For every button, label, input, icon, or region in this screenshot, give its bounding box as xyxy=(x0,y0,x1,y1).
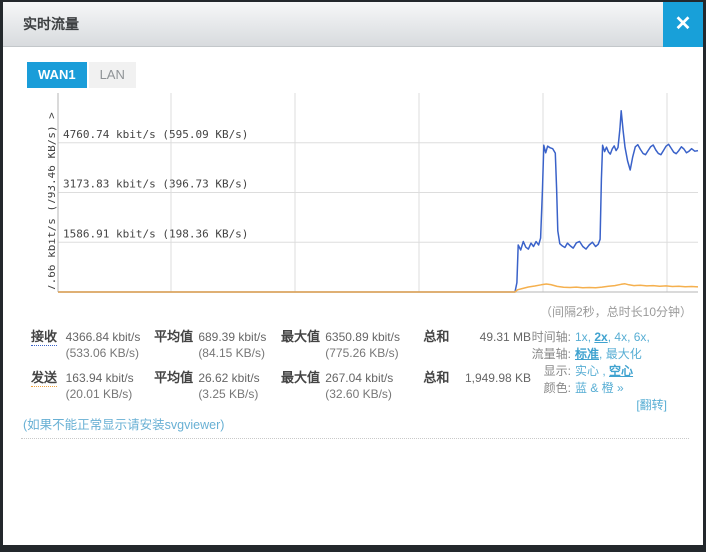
receive-stats-row: 接收 4366.84 kbit/s (533.06 KB/s) 平均值 689.… xyxy=(31,329,531,361)
display-row: 显示: 实心 , 空心 xyxy=(513,363,691,380)
stats-area: 接收 4366.84 kbit/s (533.06 KB/s) 平均值 689.… xyxy=(3,329,703,402)
time-6x-link[interactable]: 6x xyxy=(634,330,647,344)
display-label: 显示: xyxy=(513,363,575,380)
send-current: 163.94 kbit/s (20.01 KB/s) xyxy=(66,370,154,402)
time-axis-row: 时间轴: 1x, 2x, 4x, 6x, xyxy=(513,329,691,346)
trailing-comma: , xyxy=(646,330,649,344)
send-stats-row: 发送 163.94 kbit/s (20.01 KB/s) 平均值 26.62 … xyxy=(31,370,531,402)
realtime-traffic-dialog: 实时流量 ✕ WAN1LAN 4760.74 kbit/s (595.09 KB… xyxy=(3,2,703,545)
divider xyxy=(21,438,689,439)
traffic-chart-svg: 4760.74 kbit/s (595.09 KB/s) 3173.83 kbit… xyxy=(48,90,700,295)
color-label: 颜色: xyxy=(513,380,575,397)
traffic-chart: 4760.74 kbit/s (595.09 KB/s) 3173.83 kbit… xyxy=(48,90,700,320)
svg-text:1586.91 kbit/s (198.36 KB/s): 1586.91 kbit/s (198.36 KB/s) xyxy=(63,227,248,240)
tab-lan[interactable]: LAN xyxy=(89,62,136,88)
receive-label: 接收 xyxy=(31,329,66,361)
time-axis-label: 时间轴: xyxy=(513,329,575,346)
chart-controls: 时间轴: 1x, 2x, 4x, 6x, 流量轴: 标准, 最大化 显示: 实心… xyxy=(513,329,691,414)
flow-axis-label: 流量轴: xyxy=(513,346,575,363)
receive-max: 6350.89 kbit/s (775.26 KB/s) xyxy=(325,329,423,361)
display-hollow-link[interactable]: 空心 xyxy=(609,364,633,378)
interface-tabs: WAN1LAN xyxy=(27,62,703,88)
send-avg: 26.62 kbit/s (3.25 KB/s) xyxy=(198,370,281,402)
svgviewer-note-link[interactable]: (如果不能正常显示请安装svgviewer) xyxy=(23,414,703,433)
time-2x-link[interactable]: 2x xyxy=(594,330,607,344)
time-4x-link[interactable]: 4x xyxy=(614,330,627,344)
chart-caption: （间隔2秒，总时长10分钟） xyxy=(48,303,700,320)
receive-avg-label: 平均值 xyxy=(154,329,198,361)
flip-link[interactable]: [翻转] xyxy=(636,398,667,412)
send-total-label: 总和 xyxy=(423,370,461,402)
receive-current: 4366.84 kbit/s (533.06 KB/s) xyxy=(66,329,154,361)
receive-avg: 689.39 kbit/s (84.15 KB/s) xyxy=(198,329,281,361)
flow-maximize-link[interactable]: 最大化 xyxy=(606,347,642,361)
time-1x-link[interactable]: 1x xyxy=(575,330,588,344)
receive-max-label: 最大值 xyxy=(281,329,325,361)
send-avg-label: 平均值 xyxy=(154,370,198,402)
svg-text:4760.74 kbit/s (595.09 KB/s): 4760.74 kbit/s (595.09 KB/s) xyxy=(63,128,248,141)
send-label: 发送 xyxy=(31,370,66,402)
svg-text:7.66 kbit/s (793.46 KB/s) >: 7.66 kbit/s (793.46 KB/s) > xyxy=(48,112,58,291)
send-max: 267.04 kbit/s (32.60 KB/s) xyxy=(325,370,423,402)
flow-axis-row: 流量轴: 标准, 最大化 xyxy=(513,346,691,363)
stats-table: 接收 4366.84 kbit/s (533.06 KB/s) 平均值 689.… xyxy=(31,329,531,402)
dialog-title: 实时流量 xyxy=(3,2,703,47)
dialog-window: 实时流量 ✕ WAN1LAN 4760.74 kbit/s (595.09 KB… xyxy=(0,0,706,552)
color-scheme-link[interactable]: 蓝 & 橙 xyxy=(575,381,614,395)
send-max-label: 最大值 xyxy=(281,370,325,402)
flow-standard-link[interactable]: 标准 xyxy=(575,347,599,361)
color-more-link[interactable]: » xyxy=(617,381,624,395)
svg-text:3173.83 kbit/s (396.73 KB/s): 3173.83 kbit/s (396.73 KB/s) xyxy=(63,178,248,191)
color-row: 颜色: 蓝 & 橙 » xyxy=(513,380,691,397)
flip-row: [翻转] xyxy=(513,397,691,414)
tab-wan1[interactable]: WAN1 xyxy=(27,62,87,88)
titlebar: 实时流量 ✕ xyxy=(3,2,703,47)
close-button[interactable]: ✕ xyxy=(663,2,703,47)
receive-total-label: 总和 xyxy=(423,329,461,361)
display-solid-link[interactable]: 实心 xyxy=(575,364,599,378)
